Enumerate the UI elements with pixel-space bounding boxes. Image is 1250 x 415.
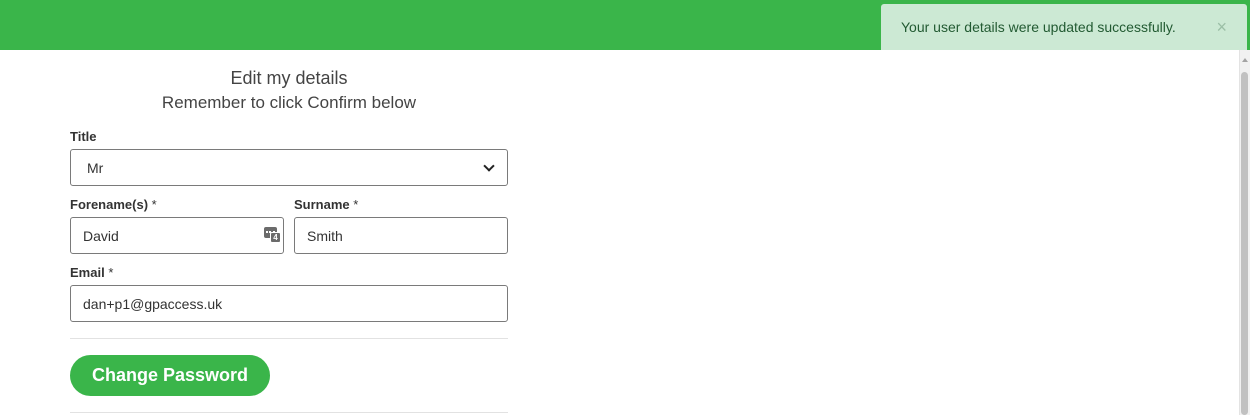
success-toast: Your user details were updated successfu…	[881, 4, 1247, 50]
page-title: Edit my details	[230, 68, 348, 88]
scroll-up-arrow-icon[interactable]	[1242, 58, 1248, 62]
scroll-thumb[interactable]	[1241, 72, 1248, 415]
email-value: dan+p1@gpaccess.uk	[83, 295, 223, 312]
email-label-text: Email	[70, 265, 105, 280]
change-password-button[interactable]: Change Password	[70, 355, 270, 396]
surname-field[interactable]: Smith	[294, 217, 508, 254]
scrollbar[interactable]	[1239, 50, 1250, 415]
title-select[interactable]: Mr	[70, 149, 508, 186]
divider	[70, 338, 508, 339]
toast-message: Your user details were updated successfu…	[901, 19, 1176, 35]
forename-field[interactable]: David 4	[70, 217, 284, 254]
title-label-text: Title	[70, 129, 97, 144]
password-manager-icon[interactable]: 4	[264, 227, 281, 243]
surname-label: Surname *	[294, 197, 358, 212]
page-heading: Edit my details Remember to click Confir…	[70, 66, 508, 116]
surname-label-text: Surname	[294, 197, 350, 212]
autofill-count-badge: 4	[270, 232, 281, 243]
page-subtitle: Remember to click Confirm below	[161, 93, 417, 112]
email-field[interactable]: dan+p1@gpaccess.uk	[70, 285, 508, 322]
forename-value: David	[83, 227, 119, 244]
required-marker: *	[151, 197, 157, 212]
divider	[70, 412, 508, 413]
required-marker: *	[108, 265, 114, 280]
title-label: Title	[70, 129, 97, 144]
title-select-value: Mr	[87, 159, 104, 176]
forename-label: Forename(s) *	[70, 197, 157, 212]
chevron-down-icon	[483, 159, 495, 172]
forename-label-text: Forename(s)	[70, 197, 149, 212]
required-marker: *	[353, 197, 359, 212]
surname-value: Smith	[307, 227, 343, 244]
email-label: Email *	[70, 265, 113, 280]
close-icon[interactable]: ×	[1216, 18, 1227, 36]
